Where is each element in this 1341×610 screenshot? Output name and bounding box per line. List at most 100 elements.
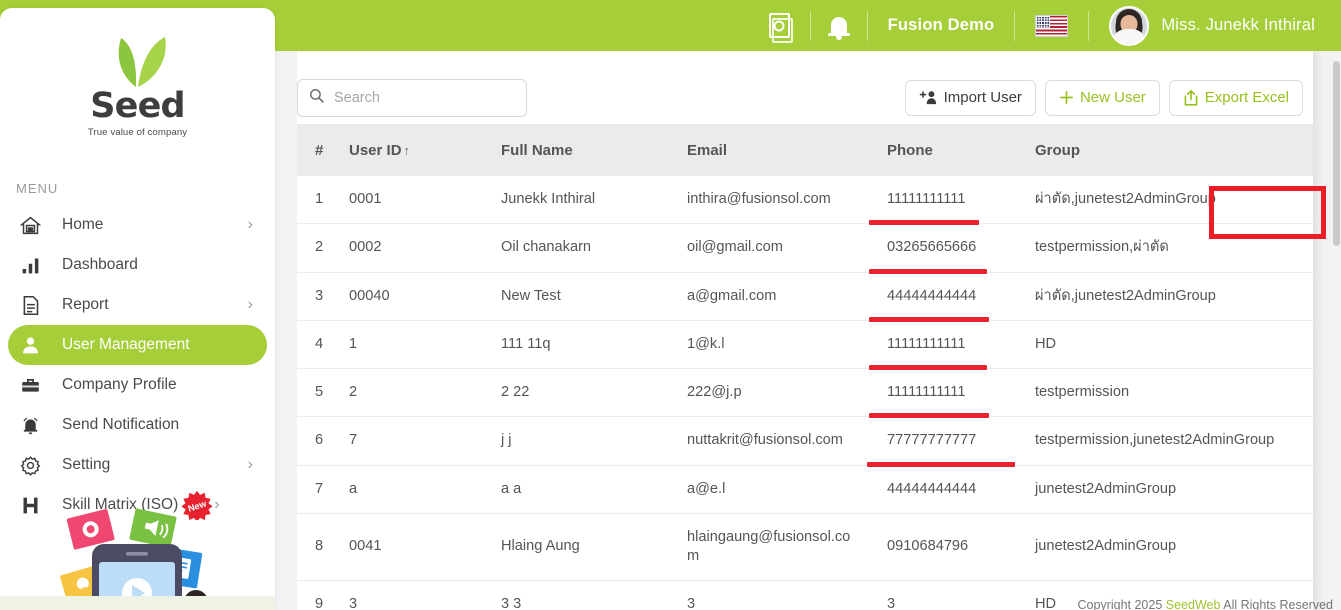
sidebar-item-send-notification[interactable]: Send Notification	[8, 405, 267, 445]
chevron-right-icon: ›	[248, 297, 257, 313]
cell-user-id: a	[331, 465, 483, 513]
cell-index: 3	[297, 272, 331, 320]
cell-email: 1@k.l	[669, 320, 869, 368]
cell-group: testpermission,junetest2AdminGroup	[1017, 417, 1313, 465]
column-label: #	[315, 142, 323, 159]
cell-user-id: 3	[331, 581, 483, 610]
column-label: User ID	[349, 142, 402, 159]
bell-icon	[20, 415, 50, 436]
cell-index: 4	[297, 320, 331, 368]
column-label: Phone	[887, 142, 933, 159]
username-label: Miss. Junekk Inthiral	[1149, 16, 1341, 35]
new-user-label: New User	[1080, 89, 1146, 106]
brand-link[interactable]: SeedWeb	[1166, 598, 1221, 610]
toolbar: Import User New User Export Excel	[297, 51, 1313, 124]
cell-user-id: 2	[331, 369, 483, 417]
cell-phone: 03265665666	[869, 224, 1017, 272]
cell-user-id: 7	[331, 417, 483, 465]
sidebar-item-report[interactable]: Report ›	[8, 285, 267, 325]
cell-full-name: New Test	[483, 272, 669, 320]
cell-index: 1	[297, 176, 331, 224]
sidebar-item-label: Report	[50, 296, 248, 314]
cell-full-name: 3 3	[483, 581, 669, 610]
leaf-logo-icon	[105, 34, 171, 88]
cell-phone: 44444444444	[869, 272, 1017, 320]
cell-email: 222@j.p	[669, 369, 869, 417]
export-excel-button[interactable]: Export Excel	[1169, 80, 1303, 116]
column-header-phone[interactable]: Phone	[869, 124, 1017, 176]
cell-user-id: 1	[331, 320, 483, 368]
sidebar-item-home[interactable]: Home ›	[8, 205, 267, 245]
company-name-button[interactable]: Fusion Demo	[868, 0, 1015, 51]
document-icon	[20, 295, 50, 316]
cell-index: 9	[297, 581, 331, 610]
cell-group: HD	[1017, 320, 1313, 368]
import-user-button[interactable]: Import User	[905, 80, 1036, 116]
header-right-cluster: Fusion Demo Miss. Junekk Inthiral	[749, 0, 1341, 51]
new-user-button[interactable]: New User	[1045, 80, 1160, 116]
table-row[interactable]: 80041Hlaing Aunghlaingaung@fusionsol.com…	[297, 513, 1313, 581]
cell-full-name: 2 22	[483, 369, 669, 417]
column-header-full-name[interactable]: Full Name	[483, 124, 669, 176]
table-row[interactable]: 20002Oil chanakarnoil@gmail.com032656656…	[297, 224, 1313, 272]
chevron-right-icon: ›	[248, 217, 257, 233]
app-root: Fusion Demo Miss. Junekk Inthiral	[0, 0, 1341, 610]
cell-email: a@gmail.com	[669, 272, 869, 320]
cell-full-name: 111 11q	[483, 320, 669, 368]
table-row[interactable]: 67j jnuttakrit@fusionsol.com77777777777t…	[297, 417, 1313, 465]
search-icon	[308, 87, 325, 109]
table-header: # User ID↑ Full Name Email Phone Group	[297, 124, 1313, 176]
sidebar-item-company-profile[interactable]: Company Profile	[8, 365, 267, 405]
logo-tagline: True value of company	[0, 127, 275, 138]
briefcase-icon	[20, 375, 50, 396]
sidebar-item-label: Setting	[50, 456, 248, 474]
import-user-label: Import User	[944, 89, 1022, 106]
page-scrollbar[interactable]	[1332, 51, 1341, 610]
table-row[interactable]: 522 22222@j.p11111111111testpermission	[297, 369, 1313, 417]
bar-chart-icon	[20, 255, 50, 276]
column-header-user-id[interactable]: User ID↑	[331, 124, 483, 176]
scrollbar-thumb[interactable]	[1333, 61, 1340, 246]
table-row[interactable]: 41111 11q1@k.l11111111111HD	[297, 320, 1313, 368]
user-icon	[20, 335, 50, 356]
table-body: 10001Junekk Inthiralinthira@fusionsol.co…	[297, 176, 1313, 610]
column-header-email[interactable]: Email	[669, 124, 869, 176]
cell-full-name: Hlaing Aung	[483, 513, 669, 581]
logo[interactable]: Seed True value of company	[0, 8, 275, 138]
notifications-button[interactable]	[811, 0, 867, 51]
cell-group: junetest2AdminGroup	[1017, 465, 1313, 513]
cell-full-name: Oil chanakarn	[483, 224, 669, 272]
column-header-index[interactable]: #	[297, 124, 331, 176]
search-input[interactable]	[334, 90, 516, 106]
column-label: Group	[1035, 142, 1080, 159]
sidebar-item-dashboard[interactable]: Dashboard	[8, 245, 267, 285]
user-menu[interactable]: Miss. Junekk Inthiral	[1089, 0, 1341, 51]
table-row[interactable]: 300040New Testa@gmail.com44444444444ผ่าต…	[297, 272, 1313, 320]
sidebar-item-label: Dashboard	[50, 256, 253, 274]
sidebar-item-user-management[interactable]: User Management	[8, 325, 267, 365]
cell-index: 2	[297, 224, 331, 272]
search-box[interactable]	[297, 79, 527, 117]
export-excel-label: Export Excel	[1205, 89, 1289, 106]
toolbar-actions: Import User New User Export Excel	[905, 80, 1303, 116]
cell-index: 5	[297, 369, 331, 417]
table-row[interactable]: 7aa aa@e.l44444444444junetest2AdminGroup	[297, 465, 1313, 513]
user-management-panel: Import User New User Export Excel	[297, 51, 1313, 610]
sidebar-item-setting[interactable]: Setting ›	[8, 445, 267, 485]
cell-full-name: Junekk Inthiral	[483, 176, 669, 224]
settings-document-button[interactable]	[749, 0, 810, 51]
cell-user-id: 00040	[331, 272, 483, 320]
footer-copyright: Copyright 2025 SeedWeb All Rights Reserv…	[1078, 598, 1334, 610]
language-selector[interactable]	[1015, 0, 1088, 51]
cell-index: 7	[297, 465, 331, 513]
column-label: Full Name	[501, 142, 573, 159]
plus-icon	[1059, 90, 1074, 105]
sidebar: Seed True value of company MENU Home › D…	[0, 8, 275, 610]
table-row[interactable]: 10001Junekk Inthiralinthira@fusionsol.co…	[297, 176, 1313, 224]
column-header-group[interactable]: Group	[1017, 124, 1313, 176]
cell-user-id: 0041	[331, 513, 483, 581]
column-label: Email	[687, 142, 727, 159]
sort-ascending-icon: ↑	[404, 143, 411, 158]
cell-phone: 3	[869, 581, 1017, 610]
home-icon	[20, 215, 50, 236]
